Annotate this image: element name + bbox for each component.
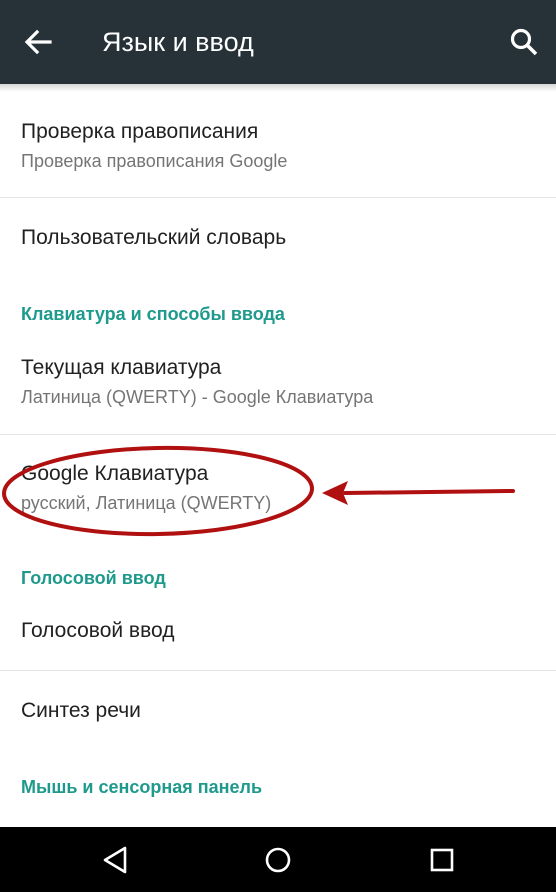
arrow-back-icon[interactable] bbox=[22, 26, 54, 58]
list-item-summary: русский, Латиница (QWERTY) bbox=[21, 493, 272, 513]
list-item-google-keyboard[interactable]: Google Клавиатура русский, Латиница (QWE… bbox=[0, 435, 556, 535]
app-bar-shadow bbox=[0, 84, 556, 92]
system-nav-bar bbox=[0, 827, 556, 892]
list-item-summary: Проверка правописания Google bbox=[21, 151, 288, 171]
nav-recents-icon[interactable] bbox=[426, 844, 458, 876]
list-item-tts[interactable]: Синтез речи bbox=[0, 671, 556, 756]
list-item-title: Синтез речи bbox=[21, 699, 141, 722]
list-item-current-keyboard[interactable]: Текущая клавиатура Латиница (QWERTY) - G… bbox=[0, 340, 556, 434]
nav-home-icon[interactable] bbox=[262, 844, 294, 876]
search-icon[interactable] bbox=[508, 26, 540, 58]
list-item-title: Текущая клавиатура bbox=[21, 356, 222, 379]
list-item-summary: Латиница (QWERTY) - Google Клавиатура bbox=[21, 387, 374, 407]
list-item-title: Голосовой ввод bbox=[21, 619, 175, 642]
nav-back-icon[interactable] bbox=[100, 844, 132, 876]
section-header-keyboard: Клавиатура и способы ввода bbox=[21, 304, 285, 324]
list-item-spellcheck[interactable]: Проверка правописания Проверка правописа… bbox=[0, 92, 556, 198]
list-item-title: Пользовательский словарь bbox=[21, 226, 287, 249]
list-item-title: Google Клавиатура bbox=[21, 462, 209, 485]
page-title: Язык и ввод bbox=[102, 27, 254, 57]
app-bar: Язык и ввод bbox=[0, 0, 556, 84]
list-item-title: Проверка правописания bbox=[21, 120, 259, 143]
list-item-user-dictionary[interactable]: Пользовательский словарь bbox=[0, 198, 556, 284]
list-item-voice-input[interactable]: Голосовой ввод bbox=[0, 595, 556, 670]
section-header-mouse: Мышь и сенсорная панель bbox=[21, 777, 263, 797]
section-header-voice: Голосовой ввод bbox=[21, 568, 166, 588]
